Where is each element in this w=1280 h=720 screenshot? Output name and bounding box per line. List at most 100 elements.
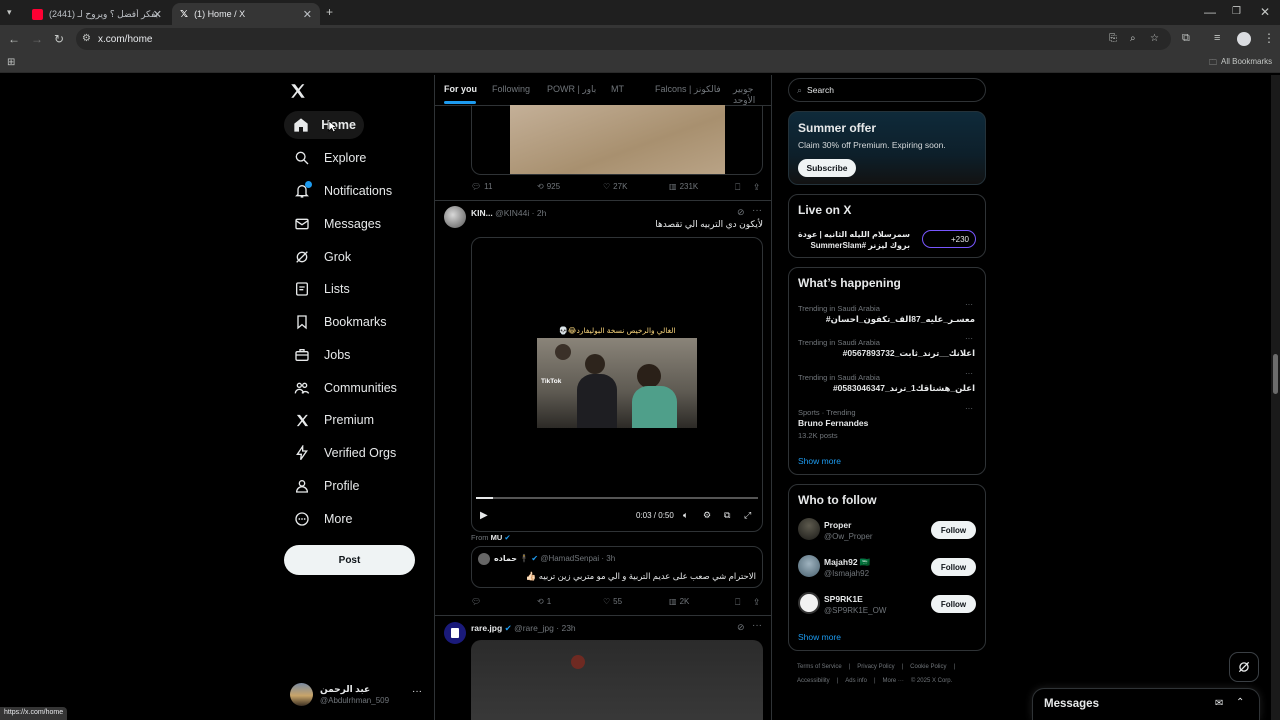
user-avatar[interactable] bbox=[798, 555, 820, 577]
nav-bookmarks[interactable]: Bookmarks bbox=[284, 308, 395, 336]
user-avatar[interactable] bbox=[798, 592, 820, 614]
tab-x-home[interactable]: 𝕏 (1) Home / X ✕ bbox=[172, 3, 320, 25]
nav-more[interactable]: More bbox=[284, 505, 360, 533]
tab-search-icon[interactable]: ▾ bbox=[7, 5, 12, 19]
footer-link[interactable]: More ··· bbox=[883, 678, 904, 684]
nav-lists[interactable]: Lists bbox=[284, 275, 358, 303]
search-input[interactable]: Search bbox=[807, 85, 834, 95]
trend-item[interactable]: Bruno Fernandes bbox=[798, 418, 868, 428]
repost-button[interactable]: ⟲ 925 bbox=[537, 182, 560, 191]
zoom-icon[interactable]: ⌕ bbox=[1130, 32, 1136, 46]
new-tab-icon[interactable]: + bbox=[326, 5, 333, 19]
settings-icon[interactable]: ⚙ bbox=[703, 510, 711, 521]
restore-icon[interactable]: ❐ bbox=[1232, 5, 1241, 19]
video-player[interactable]: الغالي والرخيص نسخة البوليفارد😂💀 TikTok … bbox=[471, 237, 763, 532]
footer-link[interactable]: Cookie Policy bbox=[910, 664, 946, 670]
repost-button[interactable]: ⟲ 1 bbox=[537, 597, 551, 606]
trend-item[interactable]: #اعلانك__ترند_ثابت_0567893732 bbox=[843, 348, 975, 359]
minimize-icon[interactable]: — bbox=[1204, 5, 1216, 19]
trend-item[interactable]: #معسـر_عليه_87الف_تكفون_احسان bbox=[826, 314, 975, 325]
back-icon[interactable]: ← bbox=[8, 32, 20, 46]
footer-link[interactable]: Accessibility bbox=[797, 678, 830, 684]
nav-home[interactable]: Home bbox=[284, 111, 364, 139]
more-dots-icon[interactable]: ··· bbox=[752, 620, 762, 631]
nav-explore[interactable]: Explore bbox=[284, 144, 374, 172]
scrollbar-thumb[interactable] bbox=[1273, 354, 1278, 394]
post-avatar[interactable] bbox=[444, 206, 466, 228]
author-name[interactable]: KIN... bbox=[471, 208, 493, 218]
user-name[interactable]: SP9RK1E bbox=[824, 594, 863, 604]
grok-icon[interactable]: ⊘ bbox=[737, 622, 745, 633]
nav-jobs[interactable]: Jobs bbox=[284, 341, 358, 369]
post-media[interactable] bbox=[471, 640, 763, 720]
forward-icon[interactable]: → bbox=[31, 32, 43, 46]
tab-for-you[interactable]: For you bbox=[444, 84, 477, 94]
footer-link[interactable]: Terms of Service bbox=[797, 664, 842, 670]
search-box[interactable]: ⌕ Search bbox=[788, 78, 986, 102]
nav-premium[interactable]: Premium bbox=[284, 406, 382, 434]
more-dots-icon[interactable]: ··· bbox=[965, 300, 973, 309]
reload-icon[interactable]: ↻ bbox=[54, 32, 64, 46]
share-button[interactable]: ⇪ bbox=[753, 182, 761, 193]
more-dots-icon[interactable]: ··· bbox=[965, 369, 973, 378]
user-name[interactable]: Majah92 🇸🇦 bbox=[824, 557, 871, 568]
nav-notifications[interactable]: Notifications bbox=[284, 177, 400, 205]
tab-mt[interactable]: MT bbox=[611, 84, 624, 94]
tab-powr[interactable]: POWR | باور bbox=[547, 84, 596, 95]
expand-chevron-icon[interactable]: ⌃ bbox=[1236, 697, 1244, 708]
subscribe-button[interactable]: Subscribe bbox=[798, 159, 856, 177]
more-dots-icon[interactable]: ··· bbox=[965, 404, 973, 413]
author-handle[interactable]: @KIN44i bbox=[495, 208, 529, 218]
reply-button[interactable]: 💬︎ 11 bbox=[471, 182, 492, 191]
x-logo-icon[interactable] bbox=[289, 82, 307, 100]
more-dots-icon[interactable]: ··· bbox=[965, 334, 973, 343]
tab-youtube[interactable]: (2441) مين بفكر أفضل ؟ ويروح لـ... ✕ bbox=[24, 3, 170, 25]
post-time[interactable]: 23h bbox=[561, 623, 575, 633]
post-media[interactable] bbox=[471, 105, 763, 175]
fullscreen-icon[interactable]: ⤢ bbox=[744, 510, 751, 521]
media-icon[interactable]: ≡ bbox=[1214, 31, 1220, 45]
nav-communities[interactable]: Communities bbox=[284, 374, 405, 402]
tab-falcons[interactable]: Falcons | فالكونز bbox=[655, 84, 721, 95]
account-switcher[interactable]: عبد الرحمن @Abdulrhman_509 ··· bbox=[284, 678, 430, 712]
profile-avatar[interactable] bbox=[1237, 32, 1251, 46]
address-bar[interactable]: ⚙ x.com/home ⎘ ⌕ ☆ bbox=[76, 28, 1171, 50]
apps-grid-icon[interactable]: ⊞ bbox=[7, 56, 15, 70]
nav-profile[interactable]: Profile bbox=[284, 472, 367, 500]
live-space[interactable]: سمرسلام الليله الثانيه | عودة بروك ليزنر… bbox=[798, 229, 910, 251]
bookmark-button[interactable]: ⎕ bbox=[735, 182, 740, 193]
post-avatar[interactable] bbox=[444, 622, 466, 644]
page-scrollbar[interactable] bbox=[1271, 75, 1280, 720]
close-tab-icon[interactable]: ✕ bbox=[303, 8, 312, 21]
all-bookmarks[interactable]: 🗀 All Bookmarks bbox=[1209, 57, 1272, 71]
close-tab-icon[interactable]: ✕ bbox=[153, 8, 162, 21]
bookmark-star-icon[interactable]: ☆ bbox=[1150, 32, 1159, 46]
trend-item[interactable]: #اعلن_هشتاقك1_ترند_0583046347 bbox=[833, 383, 975, 394]
post-time[interactable]: 2h bbox=[537, 208, 546, 218]
footer-link[interactable]: Privacy Policy bbox=[857, 664, 894, 670]
menu-icon[interactable]: ⋮ bbox=[1263, 31, 1275, 45]
show-more-link[interactable]: Show more bbox=[798, 632, 841, 642]
post-button[interactable]: Post bbox=[284, 545, 415, 575]
reply-button[interactable]: 💬︎ bbox=[471, 597, 484, 606]
follow-button[interactable]: Follow bbox=[931, 558, 976, 576]
from-name[interactable]: MU bbox=[491, 533, 503, 542]
views-button[interactable]: ▥ 2K bbox=[669, 597, 689, 606]
like-button[interactable]: ♡ 55 bbox=[603, 597, 622, 606]
quoted-post[interactable]: حماده 🕴 ✔ @HamadSenpai · 3h الاحترام شي … bbox=[471, 546, 763, 588]
tab-following[interactable]: Following bbox=[492, 84, 530, 94]
window-close-icon[interactable]: ✕ bbox=[1260, 5, 1270, 19]
author-name[interactable]: rare.jpg bbox=[471, 623, 502, 633]
footer-link[interactable]: Ads info bbox=[845, 678, 867, 684]
user-avatar[interactable] bbox=[798, 518, 820, 540]
tab-list[interactable]: جوبير الأوحد bbox=[733, 84, 771, 106]
nav-grok[interactable]: Grok bbox=[284, 243, 359, 271]
views-button[interactable]: ▥ 231K bbox=[669, 182, 698, 191]
play-icon[interactable]: ▶ bbox=[480, 510, 488, 521]
video-progress-track[interactable] bbox=[476, 497, 758, 499]
nav-messages[interactable]: Messages bbox=[284, 210, 389, 238]
messages-drawer[interactable]: Messages ✉︎ ⌃ bbox=[1032, 688, 1260, 720]
author-handle[interactable]: @rare_jpg bbox=[514, 623, 554, 633]
pip-icon[interactable]: ⧉ bbox=[724, 510, 730, 521]
more-dots-icon[interactable]: ··· bbox=[752, 205, 762, 216]
